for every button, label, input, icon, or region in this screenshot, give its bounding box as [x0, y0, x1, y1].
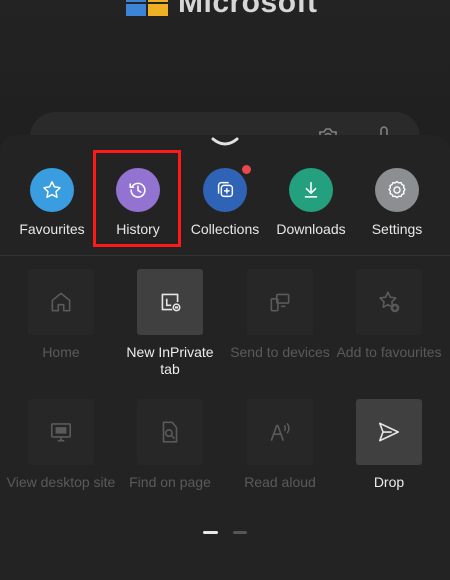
- settings-button[interactable]: Settings: [352, 168, 442, 248]
- view-desktop-site-button[interactable]: View desktop site: [6, 399, 116, 491]
- send-to-devices-label: Send to devices: [230, 344, 330, 360]
- collections-icon: [203, 165, 251, 212]
- inprivate-tab-icon: [137, 269, 203, 335]
- page-indicator-dot[interactable]: [233, 531, 247, 534]
- sheet-handle-icon[interactable]: [210, 135, 240, 149]
- download-icon: [289, 168, 333, 212]
- read-aloud-label: Read aloud: [244, 474, 316, 490]
- add-to-favourites-label: Add to favourites: [336, 344, 442, 360]
- send-to-devices-icon: [247, 269, 313, 335]
- home-button[interactable]: Home: [6, 269, 116, 361]
- find-on-page-button[interactable]: Find on page: [115, 399, 225, 491]
- divider: [0, 255, 450, 256]
- settings-label: Settings: [371, 221, 423, 237]
- favourites-label: Favourites: [19, 221, 85, 237]
- downloads-label: Downloads: [276, 221, 346, 237]
- desktop-site-icon: [28, 399, 94, 465]
- add-favourite-icon: [356, 269, 422, 335]
- read-aloud-button[interactable]: Read aloud: [225, 399, 335, 491]
- history-icon: [116, 168, 160, 212]
- home-label: Home: [42, 344, 80, 360]
- new-inprivate-tab-button[interactable]: New InPrivate tab: [115, 269, 225, 378]
- downloads-button[interactable]: Downloads: [266, 168, 356, 248]
- page-indicator-dot-active[interactable]: [203, 531, 218, 534]
- new-inprivate-tab-label: New InPrivate tab: [126, 344, 214, 377]
- favourites-button[interactable]: Favourites: [7, 168, 97, 248]
- send-icon: [356, 399, 422, 465]
- microsoft-logo-icon: [126, 0, 168, 16]
- drop-label: Drop: [373, 474, 405, 490]
- gear-icon: [375, 168, 419, 212]
- brand-name: Microsoft: [178, 0, 318, 19]
- add-to-favourites-button[interactable]: Add to favourites: [334, 269, 444, 361]
- find-on-page-label: Find on page: [129, 474, 211, 490]
- drop-button[interactable]: Drop: [334, 399, 444, 491]
- star-icon: [30, 168, 74, 212]
- notification-badge: [242, 165, 251, 174]
- find-on-page-icon: [137, 399, 203, 465]
- collections-button[interactable]: Collections: [180, 165, 270, 248]
- view-desktop-site-label: View desktop site: [6, 474, 116, 490]
- history-label: History: [116, 221, 160, 237]
- collections-label: Collections: [190, 221, 260, 237]
- history-button[interactable]: History: [93, 168, 183, 248]
- read-aloud-icon: [247, 399, 313, 465]
- send-to-devices-button[interactable]: Send to devices: [225, 269, 335, 361]
- home-icon: [28, 269, 94, 335]
